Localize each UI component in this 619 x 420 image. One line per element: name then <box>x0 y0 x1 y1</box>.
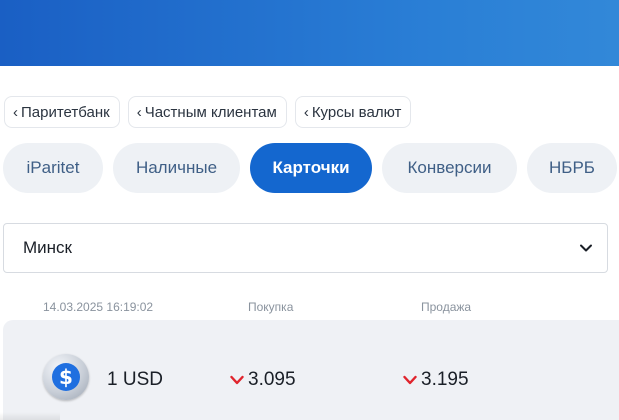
trend-down-arrow-icon <box>230 375 244 385</box>
rate-type-tabs: iParitet Наличные Карточки Конверсии НБР… <box>3 143 617 193</box>
exchange-rates-page: ‹ Паритетбанк ‹ Частным клиентам ‹ Курсы… <box>0 0 619 420</box>
chevron-left-icon: ‹ <box>136 103 142 121</box>
usd-coin-icon: $ <box>43 354 89 400</box>
breadcrumb-item-bank[interactable]: ‹ Паритетбанк <box>4 96 120 128</box>
tab-conversions[interactable]: Конверсии <box>382 143 517 193</box>
breadcrumb-label: Паритетбанк <box>21 103 110 121</box>
breadcrumb-label: Частным клиентам <box>144 103 277 121</box>
tab-cards[interactable]: Карточки <box>250 143 372 193</box>
breadcrumb-item-exchange-rates[interactable]: ‹ Курсы валют <box>294 96 412 128</box>
city-select-value: Минск <box>23 238 72 257</box>
sell-rate-value: 3.195 <box>421 369 469 390</box>
tab-iparitet[interactable]: iParitet <box>3 143 103 193</box>
currency-label: 1 USD <box>107 369 163 390</box>
tab-nbrb[interactable]: НБРБ <box>527 143 617 193</box>
trend-down-arrow-icon <box>403 375 417 385</box>
sell-column-header: Продажа <box>421 300 472 314</box>
buy-rate-value: 3.095 <box>248 369 296 390</box>
rate-row-usd: $ 1 USD 3.095 3.195 <box>3 320 619 420</box>
svg-text:$: $ <box>59 365 73 389</box>
chevron-left-icon: ‹ <box>13 103 18 121</box>
buy-column-header: Покупка <box>248 300 294 314</box>
tab-cash[interactable]: Наличные <box>113 143 240 193</box>
chevron-left-icon: ‹ <box>303 103 309 121</box>
rates-table-header: 14.03.2025 16:19:02 Покупка Продажа <box>0 300 619 316</box>
rates-timestamp: 14.03.2025 16:19:02 <box>43 300 154 314</box>
breadcrumb-item-private-clients[interactable]: ‹ Частным клиентам <box>127 96 287 128</box>
sell-rate: 3.195 <box>403 369 469 391</box>
city-select[interactable]: Минск <box>3 223 608 273</box>
buy-rate: 3.095 <box>230 369 296 391</box>
scroll-shadow <box>0 412 60 420</box>
chevron-down-icon <box>580 244 592 252</box>
breadcrumb: ‹ Паритетбанк ‹ Частным клиентам ‹ Курсы… <box>4 96 412 128</box>
header-banner <box>0 0 619 66</box>
breadcrumb-label: Курсы валют <box>311 103 402 121</box>
